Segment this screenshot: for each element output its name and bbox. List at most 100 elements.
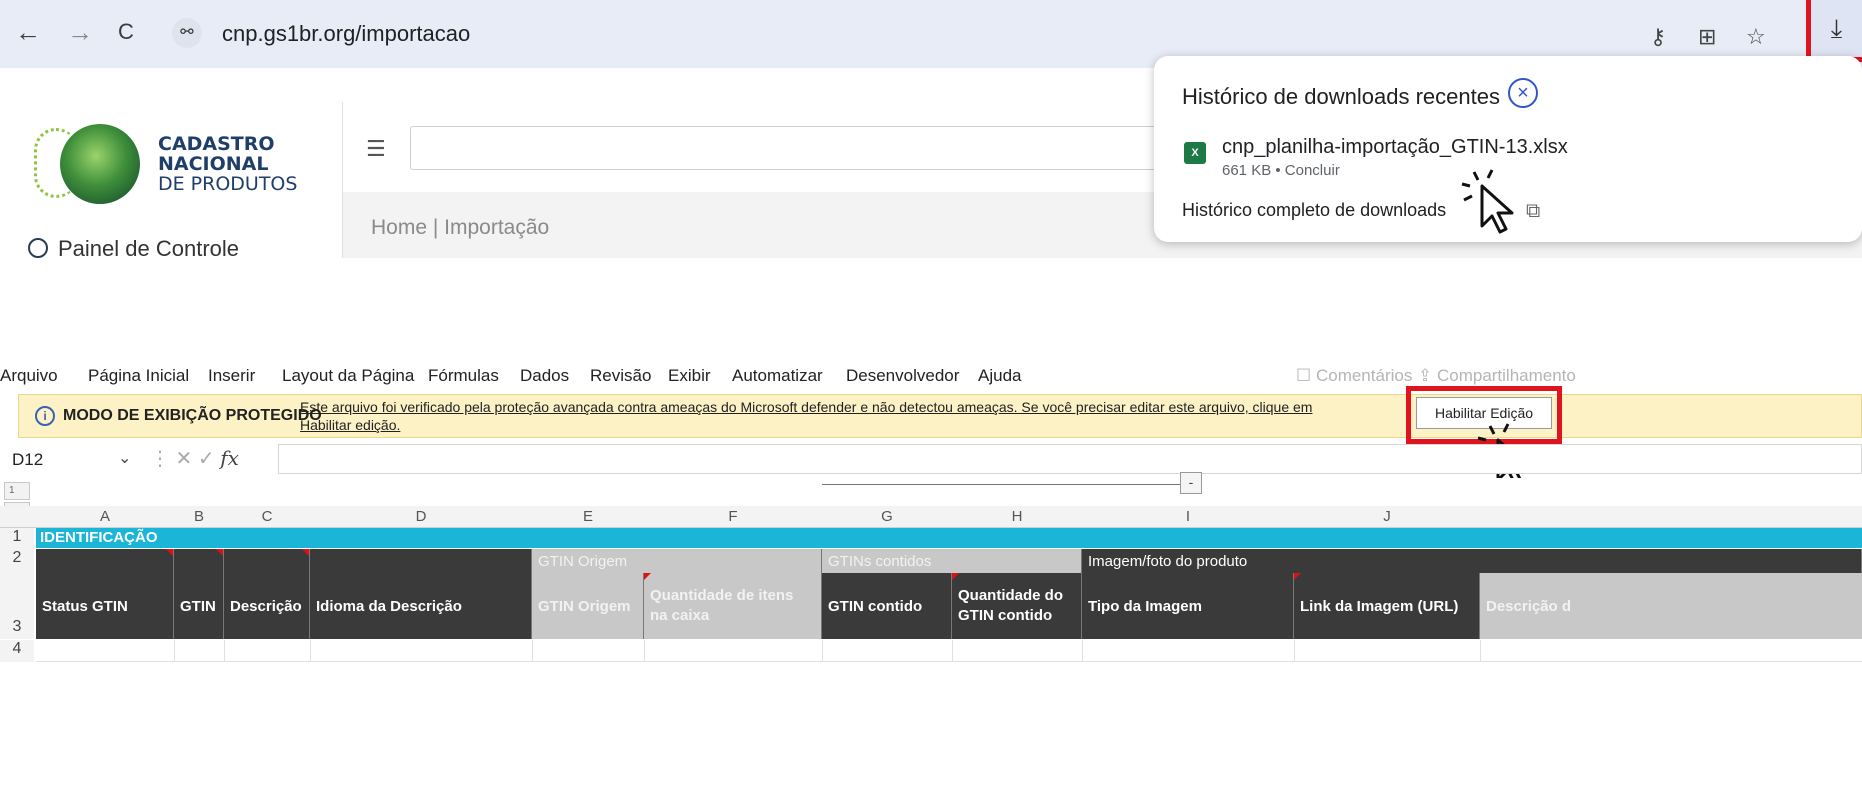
header-link-imagem[interactable]: Link da Imagem (URL) [1294,573,1480,639]
name-box[interactable]: D12 [12,450,43,470]
collapse-group-button[interactable]: - [1180,472,1202,494]
table-cell[interactable] [310,549,532,573]
header-gtin[interactable]: GTIN [174,573,224,639]
forward-arrow-icon[interactable]: → [62,14,98,50]
column-header-c[interactable]: C [224,508,310,525]
row-4-empty[interactable] [36,640,1862,662]
row-3-headers: Status GTIN GTIN Descrição Idioma da Des… [36,573,1862,639]
download-file-name[interactable]: cnp_planilha-importação_GTIN-13.xlsx [1222,136,1568,159]
table-cell[interactable] [36,549,174,573]
sidebar-item-painel[interactable]: Painel de Controle [28,236,239,258]
header-descricao-imagem[interactable]: Descrição d [1480,573,1862,639]
open-external-icon[interactable]: ⧉ [1526,200,1540,223]
tab-ajuda[interactable]: Ajuda [978,366,1021,386]
tab-layout[interactable]: Layout da Página [282,366,414,386]
address-bar[interactable]: ⚯ cnp.gs1br.org/importacao ⚷ ⊞ ☆ [162,8,1802,58]
full-download-history-link[interactable]: Histórico completo de downloads [1182,200,1446,221]
formula-input[interactable] [278,444,1862,474]
protected-view-message[interactable]: Este arquivo foi verificado pela proteçã… [300,398,1360,434]
grid-line [952,640,953,662]
outline-group-line [822,484,1182,485]
tab-formulas[interactable]: Fórmulas [428,366,499,386]
chevron-down-icon[interactable]: ⌄ [118,448,131,468]
column-headers: A B C D E F G H I J [0,506,1862,528]
close-icon[interactable]: × [1508,78,1538,108]
logo-line2: NACIONAL [158,153,269,175]
header-label: Quantidade de itens na caixa [650,587,794,624]
row-header-1[interactable]: 1 [0,528,34,549]
column-header-d[interactable]: D [310,508,532,525]
excel-file-icon: X [1184,142,1206,164]
grid-line [1082,640,1083,662]
column-header-f[interactable]: F [644,508,822,525]
logo-line3: DE PRODUTOS [158,173,298,195]
logo-text: CADASTRO NACIONAL DE PRODUTOS [158,134,297,194]
download-file-meta: 661 KB • Concluir [1222,162,1340,179]
bookmark-star-icon[interactable]: ☆ [1746,24,1766,50]
tab-pagina-inicial[interactable]: Página Inicial [88,366,189,386]
logo-line1: CADASTRO [158,133,275,155]
header-label: Descrição d [1486,597,1572,615]
protected-view-title: MODO DE EXIBIÇÃO PROTEGIDO [63,407,322,424]
comments-button[interactable]: ☐ Comentários [1296,366,1412,386]
row-2-groups: GTIN Origem GTINs contidos Imagem/foto d… [36,549,1862,573]
page-search-input[interactable] [410,126,1170,170]
tab-exibir[interactable]: Exibir [668,366,711,386]
group-imagem[interactable]: Imagem/foto do produto [1082,549,1862,573]
header-tipo-imagem[interactable]: Tipo da Imagem [1082,573,1294,639]
column-header-j[interactable]: J [1294,508,1480,525]
group-label: GTINs contidos [828,552,932,570]
row-header-3[interactable]: 3 [0,573,34,639]
header-label: GTIN [180,597,216,615]
translate-icon[interactable]: ⊞ [1698,24,1716,50]
url-text[interactable]: cnp.gs1br.org/importacao [222,21,470,47]
header-idioma[interactable]: Idioma da Descrição [310,573,532,639]
reload-icon[interactable]: C [108,14,144,50]
row-header-4[interactable]: 4 [0,640,34,662]
password-key-icon[interactable]: ⚷ [1650,24,1666,50]
globe-icon [60,124,140,204]
fx-icon[interactable]: fx [220,446,239,470]
grid-line [1294,640,1295,662]
row-1-identificacao[interactable]: IDENTIFICAÇÃO [36,528,1862,548]
tab-revisao[interactable]: Revisão [590,366,651,386]
tab-dados[interactable]: Dados [520,366,569,386]
header-label: Descrição [230,597,302,615]
header-label: Status GTIN [42,597,128,615]
header-descricao[interactable]: Descrição [224,573,310,639]
outline-level-1[interactable]: 1 [4,482,30,500]
header-gtin-contido[interactable]: GTIN contido [822,573,952,639]
menu-toggle-icon[interactable]: ☰ [366,136,386,162]
header-gtin-origem[interactable]: GTIN Origem [532,573,644,639]
grid-line [310,640,311,662]
column-header-b[interactable]: B [174,508,224,525]
tab-desenvolvedor[interactable]: Desenvolvedor [846,366,959,386]
row-header-2[interactable]: 2 [0,549,34,573]
dashboard-icon [28,238,48,258]
group-gtin-origem[interactable]: GTIN Origem [532,549,822,573]
header-qtd-caixa[interactable]: Quantidade de itens na caixa [644,573,822,639]
back-arrow-icon[interactable]: ← [10,14,46,50]
site-info-icon[interactable]: ⚯ [172,18,202,48]
header-status-gtin[interactable]: Status GTIN [36,573,174,639]
downloads-button[interactable]: ⤓ [1806,0,1862,62]
column-header-h[interactable]: H [952,508,1082,525]
tab-arquivo[interactable]: Arquivo [0,366,58,386]
formula-control-icons[interactable]: ⋮ ✕ ✓ [150,448,215,470]
cnp-logo[interactable]: CADASTRO NACIONAL DE PRODUTOS [24,118,324,208]
tab-automatizar[interactable]: Automatizar [732,366,823,386]
table-cell[interactable] [174,549,224,573]
group-gtins-contidos[interactable]: GTINs contidos [822,549,1082,573]
column-header-g[interactable]: G [822,508,952,525]
grid-line [532,640,533,662]
column-header-e[interactable]: E [532,508,644,525]
sidebar-item-label: Painel de Controle [58,236,240,258]
cursor-click-icon [1461,169,1514,234]
column-header-i[interactable]: I [1082,508,1294,525]
tab-inserir[interactable]: Inserir [208,366,255,386]
table-cell[interactable] [224,549,310,573]
header-label: Link da Imagem (URL) [1300,597,1459,615]
share-button[interactable]: ⇪ Compartilhamento [1418,366,1576,386]
header-qtd-contido[interactable]: Quantidade do GTIN contido [952,573,1082,639]
column-header-a[interactable]: A [36,508,174,525]
